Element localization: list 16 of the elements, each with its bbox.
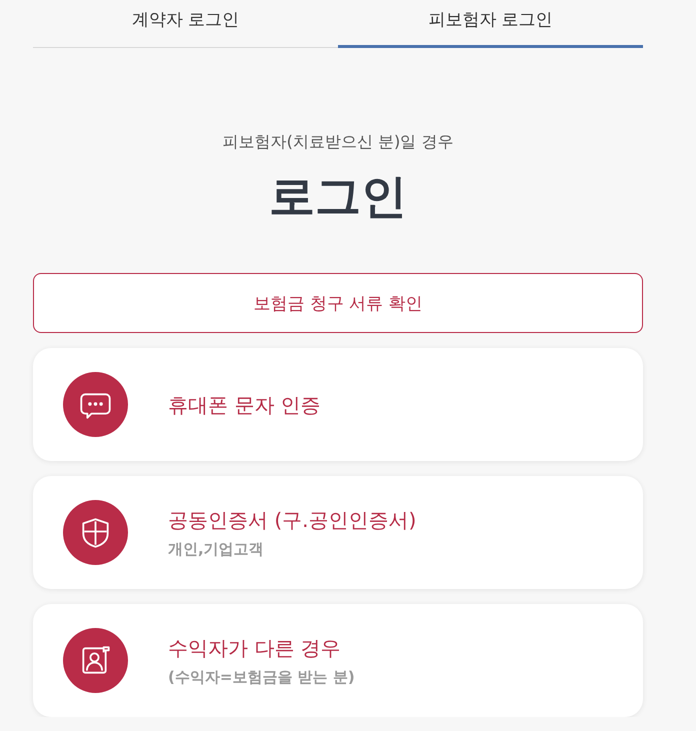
option-description: 개인,기업고객 bbox=[168, 538, 264, 558]
option-title: 휴대폰 문자 인증 bbox=[168, 392, 321, 418]
shield-icon bbox=[63, 500, 128, 565]
login-title: 로그인 bbox=[269, 168, 407, 224]
option-description: (수익자=보험금을 받는 분) bbox=[168, 666, 355, 686]
option-title: 공동인증서 (구.공인인증서) bbox=[168, 506, 416, 532]
login-subtitle: 피보험자(치료받으신 분)일 경우 bbox=[222, 132, 454, 152]
option-title: 수익자가 다른 경우 bbox=[168, 634, 341, 660]
document-check-button[interactable]: 보험금 청구 서류 확인 bbox=[33, 273, 643, 333]
speech-bubble-icon bbox=[63, 372, 128, 437]
login-tab[interactable]: 피보험자 로그인 bbox=[338, 0, 643, 48]
login-option-card[interactable]: 휴대폰 문자 인증 bbox=[33, 348, 643, 461]
person-card-icon bbox=[63, 628, 128, 693]
login-option-card[interactable]: 공동인증서 (구.공인인증서) 개인,기업고객 bbox=[33, 476, 643, 589]
login-option-card[interactable]: 수익자가 다른 경우 (수익자=보험금을 받는 분) bbox=[33, 604, 643, 717]
login-tab[interactable]: 계약자 로그인 bbox=[33, 0, 338, 48]
